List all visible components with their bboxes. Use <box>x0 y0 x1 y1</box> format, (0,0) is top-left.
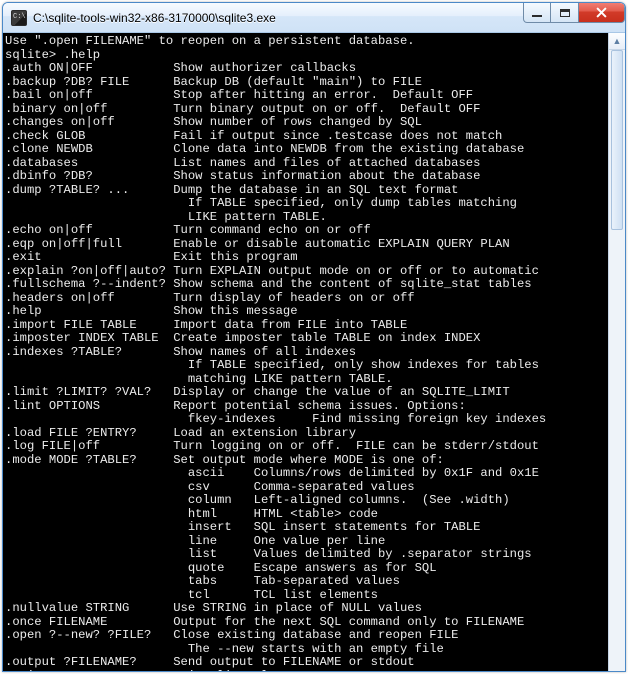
app-icon <box>11 10 27 26</box>
minimize-button[interactable] <box>523 3 551 23</box>
scroll-thumb[interactable] <box>611 50 623 230</box>
client-area: Use ".open FILENAME" to reopen on a pers… <box>3 33 625 672</box>
window-title: C:\sqlite-tools-win32-x86-3170000\sqlite… <box>33 11 523 25</box>
terminal-output[interactable]: Use ".open FILENAME" to reopen on a pers… <box>3 33 608 672</box>
title-bar[interactable]: C:\sqlite-tools-win32-x86-3170000\sqlite… <box>3 3 625 33</box>
vertical-scrollbar[interactable]: ▲ ▼ <box>608 33 625 672</box>
window-frame: C:\sqlite-tools-win32-x86-3170000\sqlite… <box>2 2 626 672</box>
window-controls <box>523 3 625 32</box>
scroll-track[interactable] <box>609 50 625 672</box>
close-icon <box>596 7 607 18</box>
maximize-button[interactable] <box>551 3 579 23</box>
close-button[interactable] <box>579 3 625 23</box>
scroll-up-button[interactable]: ▲ <box>609 33 625 50</box>
